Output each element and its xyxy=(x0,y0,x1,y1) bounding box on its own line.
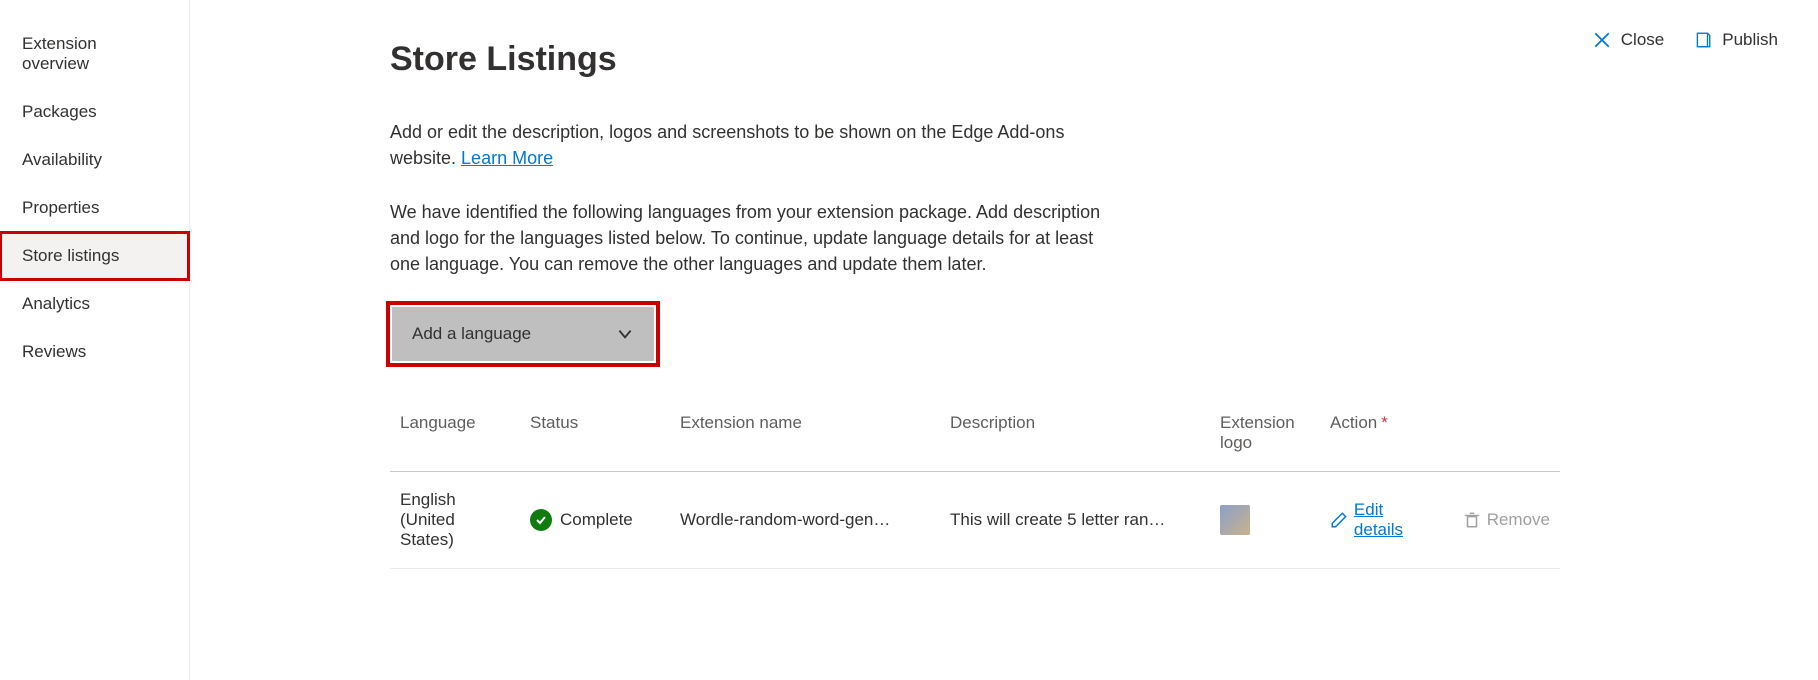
sidebar-label: Properties xyxy=(22,198,99,217)
add-language-dropdown[interactable]: Add a language xyxy=(392,307,654,361)
th-desc: Description xyxy=(940,399,1210,472)
detected-text: We have identified the following languag… xyxy=(390,199,1110,277)
cell-action: Edit details Remove xyxy=(1320,472,1560,569)
chevron-down-icon xyxy=(616,325,634,343)
extension-logo-thumb xyxy=(1220,505,1250,535)
cell-language: English (United States) xyxy=(390,472,520,569)
trash-icon xyxy=(1463,511,1481,529)
add-language-label: Add a language xyxy=(412,324,531,344)
main-content: Close Publish Store Listings Add or edit… xyxy=(190,0,1818,680)
sidebar-label: Extension overview xyxy=(22,34,97,73)
learn-more-link[interactable]: Learn More xyxy=(461,148,553,168)
cell-description: This will create 5 letter ran… xyxy=(940,472,1210,569)
intro-text: Add or edit the description, logos and s… xyxy=(390,119,1110,171)
close-button[interactable]: Close xyxy=(1593,30,1664,50)
sidebar-label: Store listings xyxy=(22,246,119,265)
sidebar-item-reviews[interactable]: Reviews xyxy=(0,328,189,376)
th-status: Status xyxy=(520,399,670,472)
publish-label: Publish xyxy=(1722,30,1778,50)
cell-logo xyxy=(1210,472,1320,569)
sidebar-item-analytics[interactable]: Analytics xyxy=(0,280,189,328)
cell-status: Complete xyxy=(520,472,670,569)
th-logo: Extension logo xyxy=(1210,399,1320,472)
sidebar-label: Packages xyxy=(22,102,97,121)
header-actions: Close Publish xyxy=(1593,30,1778,50)
th-action-label: Action xyxy=(1330,413,1377,432)
th-language: Language xyxy=(390,399,520,472)
edit-label: Edit details xyxy=(1354,500,1437,540)
remove-label: Remove xyxy=(1487,510,1550,530)
table-row: English (United States) Complete Wordle-… xyxy=(390,472,1560,569)
sidebar-label: Analytics xyxy=(22,294,90,313)
sidebar-item-packages[interactable]: Packages xyxy=(0,88,189,136)
sidebar-item-availability[interactable]: Availability xyxy=(0,136,189,184)
publish-button[interactable]: Publish xyxy=(1694,30,1778,50)
pencil-icon xyxy=(1330,511,1348,529)
sidebar-label: Availability xyxy=(22,150,102,169)
sidebar: Extension overview Packages Availability… xyxy=(0,0,190,680)
publish-icon xyxy=(1694,31,1712,49)
edit-details-link[interactable]: Edit details xyxy=(1330,500,1437,540)
close-label: Close xyxy=(1621,30,1664,50)
table-header-row: Language Status Extension name Descripti… xyxy=(390,399,1560,472)
sidebar-item-properties[interactable]: Properties xyxy=(0,184,189,232)
sidebar-item-store-listings[interactable]: Store listings xyxy=(0,232,189,280)
languages-table: Language Status Extension name Descripti… xyxy=(390,399,1560,569)
close-icon xyxy=(1593,31,1611,49)
th-action: Action* xyxy=(1320,399,1560,472)
sidebar-item-overview[interactable]: Extension overview xyxy=(0,20,189,88)
required-star: * xyxy=(1381,413,1388,432)
sidebar-label: Reviews xyxy=(22,342,86,361)
cell-ext-name: Wordle-random-word-gen… xyxy=(670,472,940,569)
add-language-wrapper: Add a language xyxy=(390,305,656,363)
remove-link[interactable]: Remove xyxy=(1463,510,1550,530)
th-ext-name: Extension name xyxy=(670,399,940,472)
check-circle-icon xyxy=(530,509,552,531)
status-label: Complete xyxy=(560,510,633,530)
